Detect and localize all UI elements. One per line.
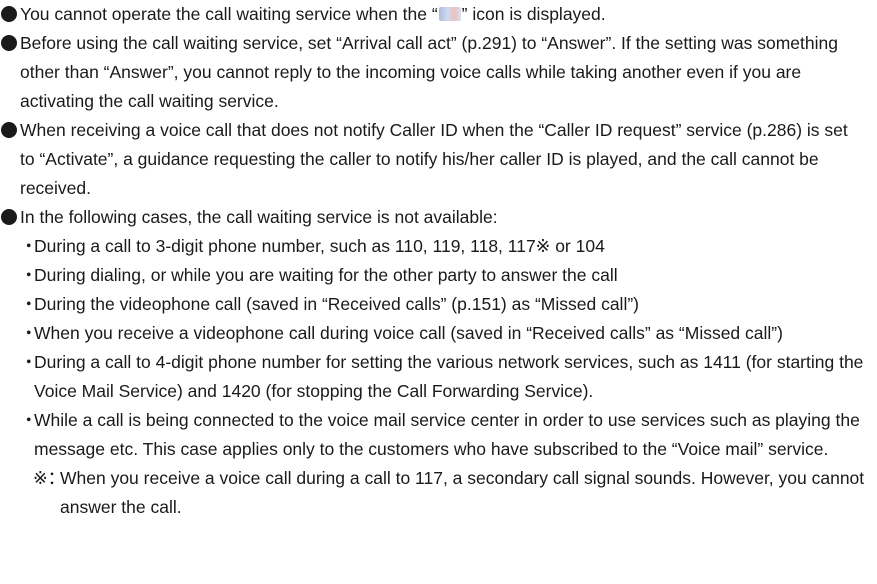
list-item-text: When you receive a videophone call durin…: [34, 323, 783, 343]
list-item: ・ When you receive a videophone call dur…: [0, 319, 867, 348]
bullet-dot: [1, 122, 17, 138]
bullet-dot: [1, 6, 17, 22]
list-marker: ・: [20, 294, 38, 314]
list-item: ・ While a call is being connected to the…: [0, 406, 867, 464]
list-item-text: While a call is being connected to the v…: [34, 410, 860, 459]
bullet-item-caller-id: When receiving a voice call that does no…: [0, 116, 867, 203]
footnote-mark: ※：: [33, 468, 66, 488]
list-item-text: During dialing, or while you are waiting…: [34, 265, 618, 285]
list-marker: ・: [20, 323, 38, 343]
call-waiting-unavailable-icon: [438, 7, 461, 21]
footnote: ※： When you receive a voice call during …: [0, 464, 867, 522]
list-item-text: During the videophone call (saved in “Re…: [34, 294, 639, 314]
bullet-text: In the following cases, the call waiting…: [20, 207, 498, 227]
list-item: ・ During a call to 3-digit phone number,…: [0, 232, 867, 261]
bullet-text: When receiving a voice call that does no…: [20, 120, 848, 198]
list-marker: ・: [20, 410, 38, 430]
list-item: ・ During a call to 4-digit phone number …: [0, 348, 867, 406]
list-item-text: During a call to 3-digit phone number, s…: [34, 236, 605, 256]
unavailable-cases-list: ・ During a call to 3-digit phone number,…: [0, 232, 867, 522]
bullet-text-after-icon: ” icon is displayed.: [461, 4, 606, 24]
bullet-item-icon-note: You cannot operate the call waiting serv…: [0, 0, 867, 29]
list-item-text: During a call to 4-digit phone number fo…: [34, 352, 864, 401]
list-item: ・ During dialing, or while you are waiti…: [0, 261, 867, 290]
footnote-text: When you receive a voice call during a c…: [60, 468, 865, 517]
list-marker: ・: [20, 236, 38, 256]
bullet-dot: [1, 209, 17, 225]
bullet-item-unavailable-cases: In the following cases, the call waiting…: [0, 203, 867, 232]
list-item: ・ During the videophone call (saved in “…: [0, 290, 867, 319]
bullet-text: Before using the call waiting service, s…: [20, 33, 838, 111]
document-body: You cannot operate the call waiting serv…: [0, 0, 877, 522]
list-marker: ・: [20, 352, 38, 372]
bullet-dot: [1, 35, 17, 51]
bullet-text-before-icon: You cannot operate the call waiting serv…: [20, 4, 438, 24]
bullet-item-arrival-call-act: Before using the call waiting service, s…: [0, 29, 867, 116]
list-marker: ・: [20, 265, 38, 285]
